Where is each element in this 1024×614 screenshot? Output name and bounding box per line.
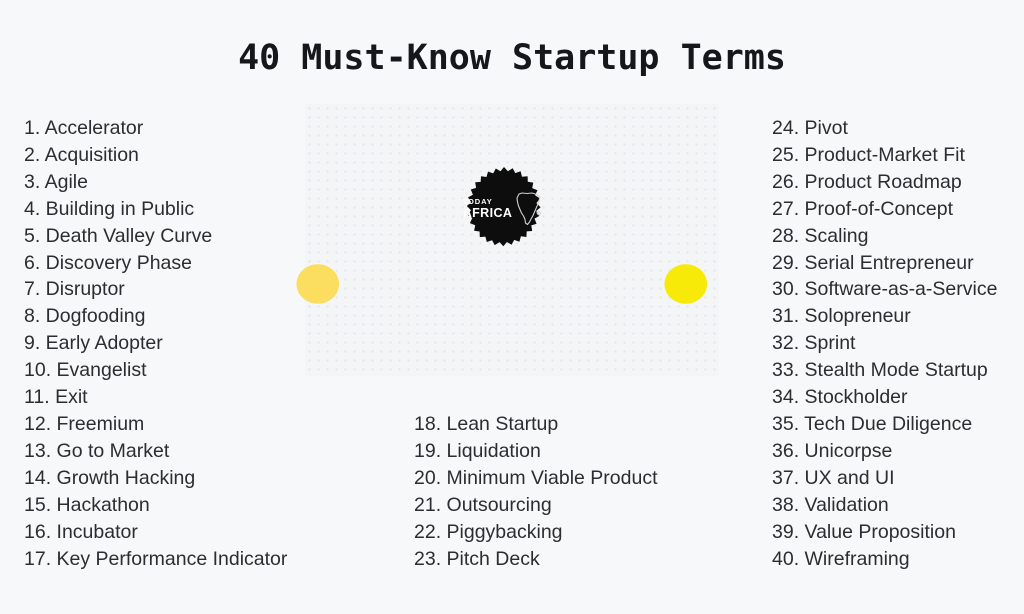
term-item: 13. Go to Market [24,439,170,462]
term-item: 30. Software-as-a-Service [772,278,998,301]
term-item: 5. Death Valley Curve [24,224,213,247]
term-item: 33. Stealth Mode Startup [772,359,988,382]
term-item: 32. Sprint [772,332,856,355]
term-item: 18. Lean Startup [414,413,559,435]
terms-column-right: 24. Pivot 25. Product-Market Fit 26. Produ… [772,115,997,572]
starburst-shape-left [296,264,340,304]
term-item: 6. Discovery Phase [24,251,192,274]
term-item: 1. Accelerator [24,117,144,139]
term-item: 3. Agile [24,170,88,193]
term-item: 16. Incubator [24,520,138,543]
term-item: 27. Proof-of-Concept [772,197,954,220]
term-item: 4. Building in Public [24,197,195,220]
term-item: 19. Liquidation [414,439,541,462]
term-item: 8. Dogfooding [24,305,146,328]
term-item: 36. Unicorpse [772,439,893,462]
term-item: 24. Pivot [772,117,848,139]
term-item: 7. Disruptor [24,278,125,301]
term-item: 21. Outsourcing [414,493,552,516]
term-item: 20. Minimum Viable Product [414,466,658,489]
term-item: 12. Freemium [24,412,145,435]
term-item: 25. Product-Market Fit [772,143,965,166]
yellow-starburst-right [664,264,708,304]
term-item: 26. Product Roadmap [772,170,962,193]
term-item: 11. Exit [24,386,88,409]
term-item: 22. Piggybacking [414,520,563,543]
term-item: 15. Hackathon [24,493,150,516]
term-item: 31. Solopreneur [772,305,911,328]
starburst-shape-right [664,264,708,304]
term-item: 35. Tech Due Diligence [772,412,973,435]
term-item: 37. UX and UI [772,466,895,489]
term-item: 39. Value Proposition [772,520,956,543]
term-item: 17. Key Performance Indicator [24,547,288,570]
term-item: 28. Scaling [772,224,869,247]
term-item: 34. Stockholder [772,386,908,409]
terms-column-left: 1. Accelerator 2. Acquisition 3. Agile 4. B… [24,115,287,572]
term-item: 29. Serial Entrepreneur [772,251,974,274]
term-item: 9. Early Adopter [24,332,163,355]
today-africa-logo-badge: TODAY AFRICA [452,155,556,259]
page-title: 40 Must-Know Startup Terms [238,38,786,78]
term-item: 38. Validation [772,493,889,516]
term-item: 40. Wireframing [772,547,910,570]
term-item: 14. Growth Hacking [24,466,196,489]
badge-starburst-shape [466,167,541,247]
term-item: 10. Evangelist [24,359,147,382]
term-item: 2. Acquisition [24,143,139,166]
term-item: 23. Pitch Deck [414,547,540,570]
terms-column-middle: 18. Lean Startup 19. Liquidation 20. Minim… [414,411,658,572]
